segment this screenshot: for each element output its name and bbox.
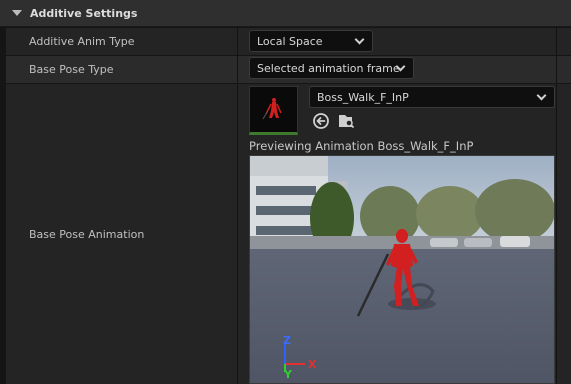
chevron-down-icon	[354, 34, 365, 45]
arrow-left-circle-icon	[313, 113, 329, 129]
triangle-down-icon[interactable]	[12, 10, 22, 16]
section-header-additive-settings[interactable]: Additive Settings	[0, 0, 571, 27]
property-label-base-pose-animation: Base Pose Animation	[29, 227, 145, 241]
column-divider	[237, 27, 238, 384]
axis-label-y: Y	[284, 368, 292, 381]
browse-to-asset-button[interactable]	[337, 112, 355, 130]
property-label-base-pose-type: Base Pose Type	[29, 63, 114, 76]
property-label-additive-anim-type: Additive Anim Type	[29, 35, 135, 48]
animation-preview-viewport[interactable]: Z X Y	[249, 155, 555, 384]
section-title: Additive Settings	[30, 6, 138, 20]
asset-thumbnail[interactable]	[249, 86, 298, 135]
base-pose-type-dropdown[interactable]: Selected animation frame	[249, 57, 414, 79]
preview-scene	[250, 156, 554, 383]
base-pose-type-value: Selected animation frame	[257, 61, 400, 75]
folder-search-icon	[339, 115, 355, 129]
column-divider-right	[556, 27, 557, 384]
base-pose-animation-picker[interactable]: Boss_Walk_F_InP	[309, 86, 555, 108]
additive-anim-type-dropdown[interactable]: Local Space	[249, 30, 373, 52]
axis-label-z: Z	[283, 334, 291, 347]
use-selected-asset-button[interactable]	[312, 112, 330, 130]
additive-anim-type-value: Local Space	[257, 34, 323, 48]
character-thumbnail-icon	[262, 98, 282, 120]
chevron-down-icon	[536, 90, 547, 101]
axis-label-x: X	[308, 358, 317, 371]
preview-caption: Previewing Animation Boss_Walk_F_InP	[249, 139, 474, 153]
asset-name: Boss_Walk_F_InP	[317, 90, 409, 104]
